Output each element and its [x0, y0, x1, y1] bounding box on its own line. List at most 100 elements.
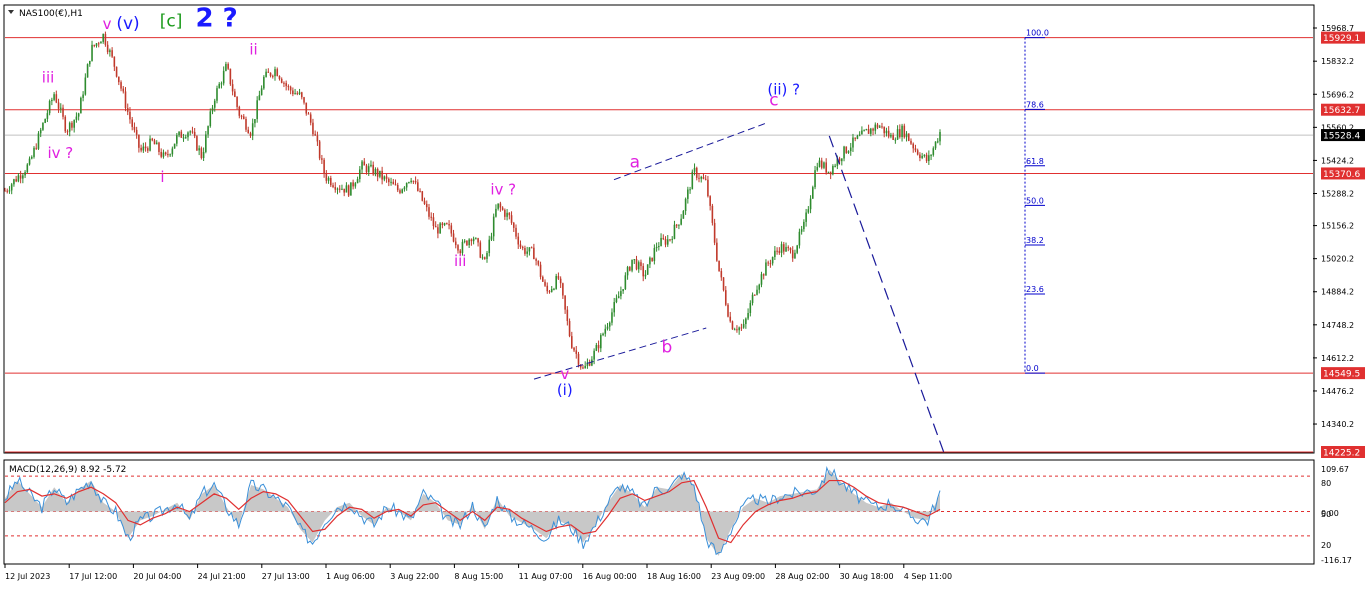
candle-body [73, 119, 75, 128]
candle-body [834, 165, 836, 167]
candle-body [421, 191, 424, 201]
candle-body [307, 113, 310, 115]
symbol-title: NAS100(€),H1 [19, 9, 83, 19]
candle-body [823, 162, 825, 168]
wave-label-6: i [160, 168, 164, 186]
candle-body [771, 257, 774, 264]
candle-body [555, 276, 557, 289]
candle-body [535, 259, 537, 261]
candle-body [278, 76, 281, 79]
candle-body [571, 336, 573, 348]
main-chart-frame[interactable] [3, 4, 1315, 454]
candle-body [446, 223, 448, 225]
candle-body [26, 164, 29, 173]
candle-body [704, 178, 707, 180]
candle-body [470, 239, 473, 242]
candle-body [678, 224, 680, 226]
candle-body [260, 88, 263, 96]
candle-body [437, 227, 439, 234]
candle-body [115, 66, 118, 77]
price-tick-label: 15696.2 [1321, 90, 1354, 99]
candle-body [816, 166, 819, 171]
candle-body [845, 146, 848, 153]
candle-body [637, 262, 640, 270]
time-tick-label: 1 Aug 06:00 [326, 572, 375, 581]
candle-body [379, 170, 381, 177]
candle-body [557, 276, 560, 279]
candle-body [718, 260, 720, 272]
candle-body [829, 171, 832, 175]
time-tick-label: 11 Aug 07:00 [519, 572, 573, 581]
candle-body [276, 69, 279, 77]
candle-body [691, 171, 694, 190]
candle-body [370, 164, 372, 167]
candle-body [120, 82, 122, 89]
candle-body [693, 167, 696, 172]
candle-body [294, 93, 296, 95]
candle-body [162, 152, 165, 157]
time-tick-label: 17 Jul 12:00 [69, 572, 117, 581]
candle-body [707, 179, 709, 197]
wave-label-3: 2 ? [195, 3, 237, 33]
candle-body [903, 125, 906, 138]
fib-level-label: 23.6 [1026, 285, 1044, 294]
candle-body [782, 244, 785, 252]
candle-body [608, 322, 611, 327]
candle-body [528, 247, 531, 252]
candle-body [158, 142, 160, 152]
candle-body [251, 123, 254, 136]
candle-body [430, 216, 433, 218]
candle-body [285, 83, 287, 87]
candle-body [894, 139, 897, 141]
candle-body [187, 132, 189, 138]
candle-body [367, 166, 370, 173]
candle-body [254, 119, 256, 124]
candle-body [785, 247, 787, 252]
candle-body [55, 94, 58, 103]
candle-body [292, 90, 294, 95]
wave-label-15: (ii) ? [767, 81, 800, 99]
candle-body [914, 148, 917, 151]
time-tick-label: 18 Aug 16:00 [647, 572, 701, 581]
candle-body [787, 247, 790, 249]
candle-body [198, 148, 200, 151]
time-tick-label: 27 Jul 13:00 [262, 572, 310, 581]
candle-body [10, 184, 13, 191]
candle-body [24, 172, 26, 176]
level-price-label: 14225.2 [1323, 449, 1360, 459]
price-tick-label: 15424.2 [1321, 156, 1354, 165]
candle-body [651, 257, 653, 262]
candle-body [350, 182, 352, 196]
candle-body [86, 64, 89, 78]
candle-body [506, 212, 508, 217]
candle-body [122, 88, 125, 92]
candle-body [385, 176, 388, 179]
candle-body [928, 155, 930, 162]
macd-tick-label: 80 [1321, 479, 1331, 488]
time-tick-label: 23 Aug 09:00 [711, 572, 765, 581]
candle-body [401, 189, 404, 193]
candle-body [749, 302, 752, 314]
candle-body [526, 251, 528, 254]
candle-body [812, 187, 814, 199]
candle-body [109, 50, 111, 53]
candle-body [327, 177, 330, 181]
candle-body [343, 188, 345, 193]
fib-level-label: 38.2 [1026, 236, 1044, 245]
candle-body [303, 97, 305, 103]
wave-label-4: iii [42, 68, 55, 86]
candle-body [321, 158, 323, 160]
candle-body [486, 253, 488, 259]
candle-body [182, 137, 185, 139]
candle-body [425, 203, 428, 208]
candle-body [231, 84, 234, 92]
time-tick-label: 28 Aug 02:00 [775, 572, 829, 581]
fib-level-label: 78.6 [1026, 100, 1044, 109]
candle-body [354, 183, 357, 187]
candle-body [644, 274, 647, 277]
candle-body [298, 92, 301, 95]
candle-body [492, 216, 495, 237]
candle-body [68, 122, 71, 132]
candle-body [359, 169, 361, 180]
wave-label-11: b [661, 337, 672, 357]
